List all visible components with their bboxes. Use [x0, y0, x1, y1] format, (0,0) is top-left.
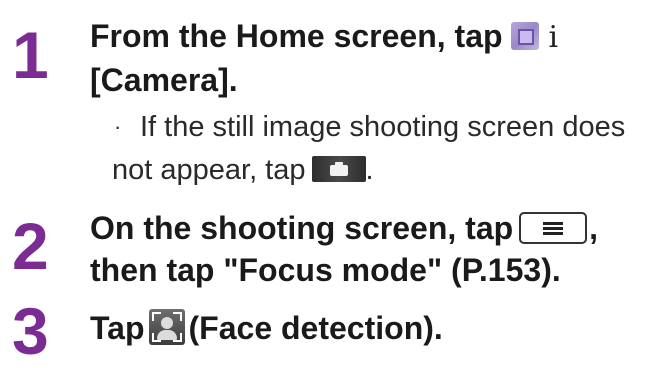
step-1-note-period: . [365, 154, 374, 186]
step-1-line-2: [Camera]. [90, 62, 238, 98]
step-2-comma: , [589, 210, 599, 246]
step-3-number: 3 [12, 294, 49, 368]
step-1-note-line-1: If the still image shooting screen does [140, 111, 626, 143]
step-3-line-1: Tap (Face detection). [90, 306, 443, 350]
step-3-label: (Face detection). [188, 310, 443, 346]
step-1-instruction: From the Home screen, tap [90, 18, 503, 54]
camera-mode-icon [311, 156, 366, 183]
step-1-glyph: i [548, 20, 559, 55]
step-2-line-1: On the shooting screen, tap, [90, 206, 598, 250]
step-1-note-line-2: not appear, tap. [112, 149, 374, 191]
step-2-instruction: On the shooting screen, tap [90, 210, 514, 246]
step-2-line-2: then tap "Focus mode" (P.153). [90, 252, 561, 288]
home-apps-icon [510, 21, 539, 50]
step-1-line-1: From the Home screen, tap i [90, 14, 558, 60]
step-1-number: 1 [12, 18, 49, 92]
step-1-note-bullet: · [114, 114, 122, 139]
menu-key-icon [519, 211, 588, 244]
step-3-instruction: Tap [90, 310, 145, 346]
step-1-note-text: not appear, tap [112, 154, 306, 186]
step-2-number: 2 [12, 209, 49, 283]
face-detection-icon [148, 308, 185, 345]
